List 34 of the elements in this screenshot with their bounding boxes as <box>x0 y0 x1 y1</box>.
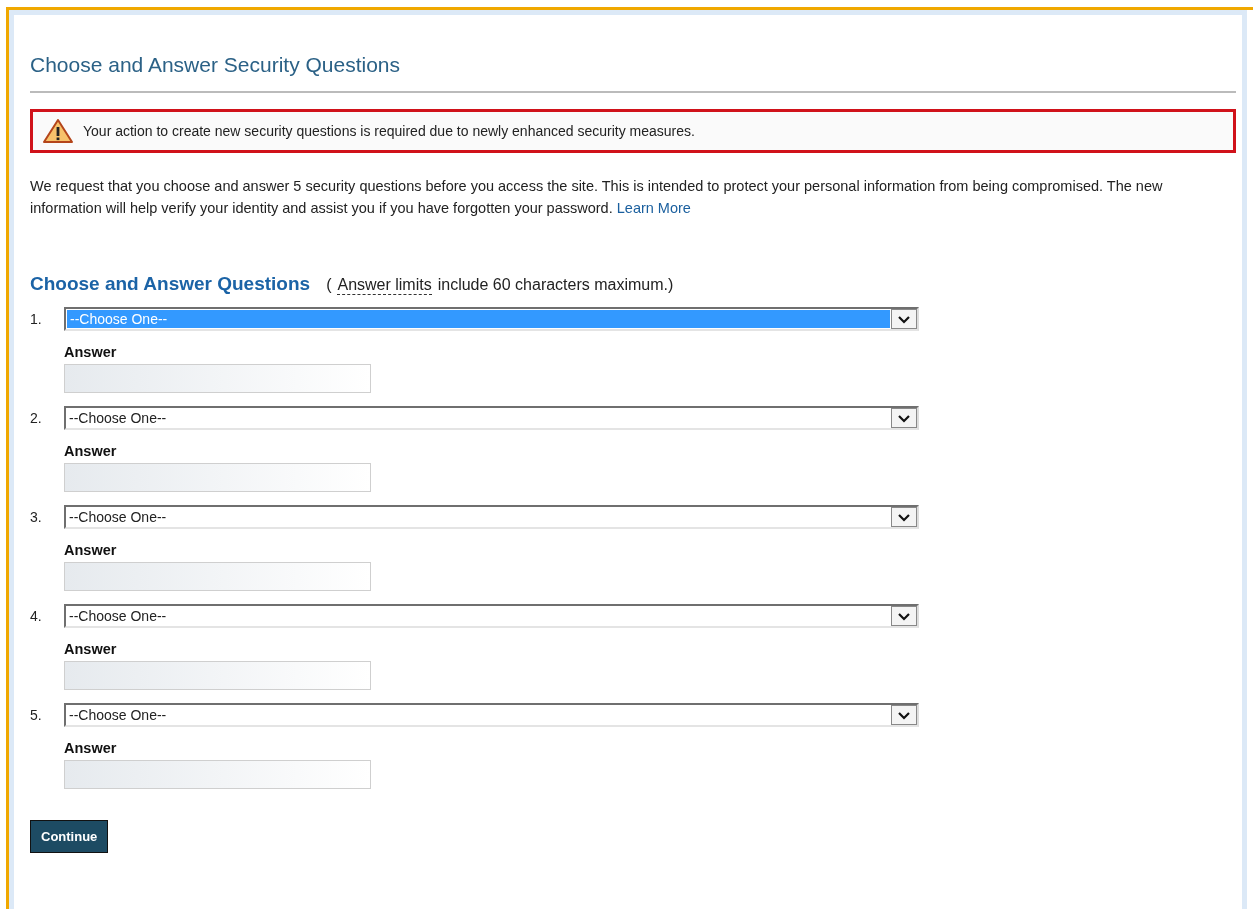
question-dropdown[interactable]: --Choose One-- <box>64 406 919 430</box>
answer-field[interactable] <box>64 562 371 591</box>
answer-field[interactable] <box>64 760 371 789</box>
chevron-down-icon <box>897 512 911 522</box>
question-number: 2. <box>30 410 43 426</box>
question-dropdown[interactable]: --Choose One-- <box>64 604 919 628</box>
question-number: 5. <box>30 707 43 723</box>
section-heading: Choose and Answer Questions <box>30 273 311 295</box>
chevron-down-icon <box>897 314 911 324</box>
question-dropdown[interactable]: --Choose One-- <box>64 703 919 727</box>
answer-label: Answer <box>64 344 118 360</box>
question-dropdown[interactable]: --Choose One-- <box>64 505 919 529</box>
answer-field[interactable] <box>64 661 371 690</box>
answer-field[interactable] <box>64 463 371 492</box>
alert-message: Your action to create new security questions is required due to newly enhanced security measures. <box>83 123 695 139</box>
answer-label: Answer <box>64 443 118 459</box>
learn-more-link[interactable]: Learn More <box>616 200 691 216</box>
question-number: 3. <box>30 509 43 525</box>
answer-field[interactable] <box>64 364 371 393</box>
chevron-down-icon <box>897 710 911 720</box>
hint-text: include 60 characters maximum.) <box>437 276 674 294</box>
question-number: 4. <box>30 608 43 624</box>
hint-paren: ( <box>326 276 332 294</box>
chevron-down-icon <box>897 611 911 621</box>
question-number: 1. <box>30 311 43 327</box>
answer-label: Answer <box>64 641 118 657</box>
answer-label: Answer <box>64 740 118 756</box>
page-title: Choose and Answer Security Questions <box>30 53 402 77</box>
answer-limits-term: Answer limits <box>337 276 432 295</box>
intro-paragraph: We request that you choose and answer 5 security questions before you access the site. This is intended to protect your personal information from being compromised. The new information will help verify your identity and assist you if you have forgotten your password. Learn More <box>30 177 1164 218</box>
warning-icon <box>43 119 73 143</box>
answer-label: Answer <box>64 542 118 558</box>
chevron-down-icon <box>897 413 911 423</box>
continue-button[interactable]: Continue <box>30 820 109 853</box>
